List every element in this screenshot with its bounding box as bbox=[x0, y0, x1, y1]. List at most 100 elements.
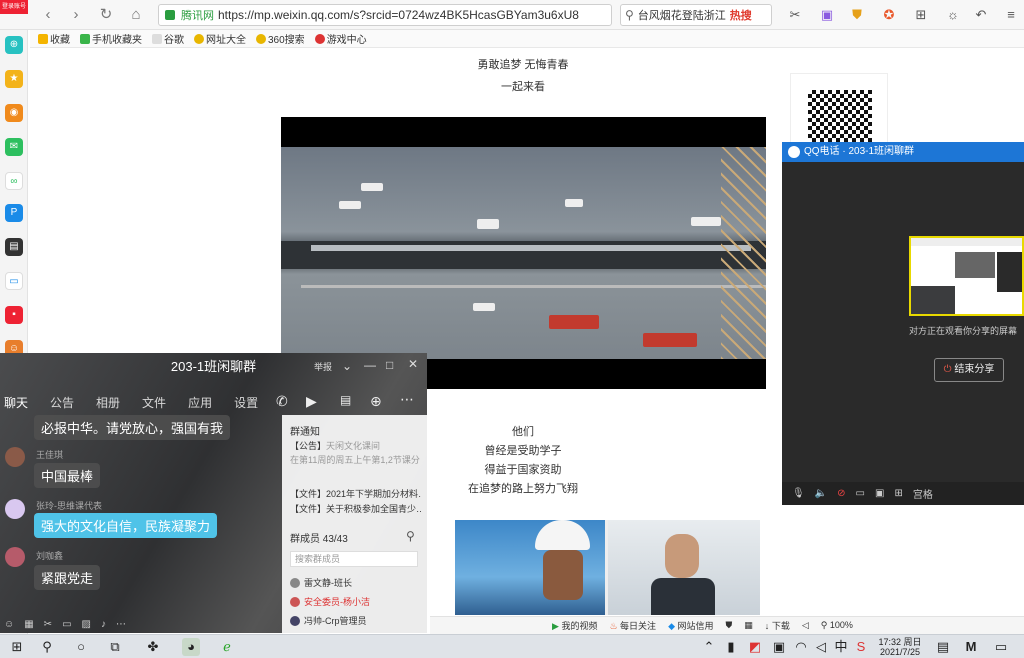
fan-app-icon[interactable]: ✤ bbox=[144, 638, 162, 656]
status-item[interactable]: ♨ 每日关注 bbox=[609, 619, 656, 632]
notification-icon[interactable]: ▤ bbox=[934, 638, 952, 656]
windows-start-icon[interactable]: ⊞ bbox=[8, 638, 26, 656]
tray-extra-icon[interactable]: ▭ bbox=[992, 638, 1010, 656]
minimize-icon[interactable]: — bbox=[364, 358, 376, 372]
tab-album[interactable]: 相册 bbox=[96, 391, 120, 415]
mini-program-icon[interactable]: ▪ bbox=[5, 306, 23, 324]
wifi-icon[interactable]: ◠ bbox=[792, 638, 810, 656]
shared-screen-thumbnail[interactable] bbox=[909, 236, 1024, 316]
bookmark-item[interactable]: 手机收藏夹 bbox=[80, 31, 142, 46]
address-bar[interactable]: 腾讯网 https://mp.weixin.qq.com/s?srcid=072… bbox=[158, 4, 612, 26]
screen-share-icon[interactable]: ▭ bbox=[856, 488, 865, 499]
gif-icon[interactable]: ▦ bbox=[24, 619, 33, 630]
shield-icon[interactable]: ⛊ bbox=[726, 620, 733, 631]
forward-icon[interactable]: › bbox=[66, 5, 86, 25]
sogou-icon[interactable]: S bbox=[852, 638, 870, 656]
end-share-button[interactable]: ⏻ 结束分享 bbox=[934, 358, 1004, 382]
member-item[interactable]: 安全委员-杨小洁 bbox=[290, 595, 370, 608]
taskbar-clock[interactable]: 17:32 周日 2021/7/25 bbox=[872, 637, 928, 657]
tab-files[interactable]: 文件 bbox=[142, 391, 166, 415]
tab-settings[interactable]: 设置 bbox=[234, 391, 258, 415]
grid-label[interactable]: 宫格 bbox=[913, 486, 933, 501]
news-icon[interactable]: ▤ bbox=[5, 238, 23, 256]
folder-icon[interactable]: ▭ bbox=[62, 619, 71, 630]
p-app-icon[interactable]: P bbox=[5, 204, 23, 222]
undo-icon[interactable]: ↶ bbox=[972, 6, 990, 24]
qq-app-icon[interactable]: ◕ bbox=[182, 638, 200, 656]
brightness-icon[interactable]: ☼ bbox=[944, 6, 962, 24]
chevron-up-icon[interactable]: ⌃ bbox=[700, 638, 718, 656]
cortana-icon[interactable]: ○ bbox=[72, 638, 90, 656]
reload-icon[interactable]: ↻ bbox=[96, 5, 116, 25]
member-search-input[interactable]: 搜索群成员 bbox=[290, 551, 418, 567]
maximize-icon[interactable]: □ bbox=[386, 358, 393, 372]
browser-app-icon[interactable]: ℯ bbox=[218, 638, 236, 656]
tray-app-icon[interactable]: ◩ bbox=[746, 638, 764, 656]
video-icon[interactable]: ▶ bbox=[306, 393, 317, 410]
microphone-icon[interactable]: 🎙 bbox=[792, 488, 805, 499]
tray-window-icon[interactable]: ▣ bbox=[770, 638, 788, 656]
chevron-down-icon[interactable]: ⌄ bbox=[342, 359, 352, 373]
volume-icon[interactable]: ◁ bbox=[812, 638, 830, 656]
task-view-icon[interactable]: ⧉ bbox=[106, 638, 124, 656]
grid-view-icon[interactable]: ⊞ bbox=[894, 488, 902, 499]
status-item[interactable]: ◆ 网站信用 bbox=[668, 619, 713, 632]
member-item[interactable]: 冯帅-Crp管理员 bbox=[290, 614, 367, 627]
scissors-icon[interactable]: ✂ bbox=[786, 6, 804, 24]
search-query[interactable]: 台风烟花登陆浙江 bbox=[638, 7, 726, 23]
call-icon[interactable]: ✆ bbox=[276, 393, 288, 410]
report-button[interactable]: 举报 bbox=[314, 360, 332, 373]
favorites-star-icon[interactable]: ★ bbox=[5, 70, 23, 88]
whiteboard-icon[interactable]: ▣ bbox=[875, 488, 884, 499]
bookmark-item[interactable]: 360搜索 bbox=[256, 31, 305, 46]
login-account-badge[interactable]: 登录账号 bbox=[0, 0, 28, 14]
file-item[interactable]: 【文件】关于积极参加全国青少… bbox=[290, 502, 422, 515]
game-icon[interactable]: ✪ bbox=[880, 6, 898, 24]
speaker-icon[interactable]: 🔈 bbox=[815, 488, 827, 499]
bookmark-item[interactable]: 游戏中心 bbox=[314, 31, 367, 46]
more-icon[interactable]: ⋯ bbox=[116, 619, 126, 630]
camera-off-icon[interactable]: ⊘ bbox=[837, 488, 845, 499]
avatar[interactable] bbox=[5, 499, 25, 519]
url-text[interactable]: https://mp.weixin.qq.com/s?srcid=0724wz4… bbox=[218, 8, 579, 22]
ime-mode[interactable]: M bbox=[962, 638, 980, 656]
member-item[interactable]: 雷文静-班长 bbox=[290, 576, 352, 589]
search-icon[interactable]: ⚲ bbox=[38, 638, 56, 656]
avatar[interactable] bbox=[5, 547, 25, 567]
bell-icon[interactable]: ♪ bbox=[101, 619, 106, 630]
file-item[interactable]: 【文件】2021年下学期加分材料… bbox=[290, 487, 422, 500]
ime-icon[interactable]: 中 bbox=[832, 638, 850, 656]
shield-icon[interactable]: ⛊ bbox=[848, 6, 866, 24]
translate-icon[interactable]: ▣ bbox=[818, 6, 836, 24]
grid-icon[interactable]: ⊞ bbox=[912, 6, 930, 24]
class-icon[interactable]: ▤ bbox=[340, 393, 351, 407]
search-icon[interactable]: ⚲ bbox=[406, 529, 415, 543]
more-icon[interactable]: ⋯ bbox=[400, 391, 414, 408]
bookmark-item[interactable]: 谷歌 bbox=[152, 31, 184, 46]
image-icon[interactable]: ▨ bbox=[82, 619, 91, 630]
sound-icon[interactable]: ◁ bbox=[802, 620, 809, 631]
tab-notice[interactable]: 公告 bbox=[50, 391, 74, 415]
download-item[interactable]: ↓ 下载 bbox=[765, 619, 790, 632]
mail-icon[interactable]: ✉ bbox=[5, 138, 23, 156]
search-box[interactable]: ⚲ 台风烟花登陆浙江 热搜 bbox=[620, 4, 772, 26]
cloud-icon[interactable]: ∞ bbox=[5, 172, 23, 190]
scissors-icon[interactable]: ✂ bbox=[44, 619, 52, 630]
tab-chat[interactable]: 聊天 bbox=[4, 391, 28, 415]
bookmark-item[interactable]: 收藏 bbox=[38, 31, 70, 46]
emoji-icon[interactable]: ☺ bbox=[4, 619, 14, 630]
zoom-level[interactable]: ⚲ 100% bbox=[821, 620, 853, 631]
hot-search-label[interactable]: 热搜 bbox=[730, 7, 752, 23]
avatar[interactable] bbox=[5, 447, 25, 467]
status-item[interactable]: ▶ 我的视频 bbox=[552, 619, 597, 632]
home-icon[interactable]: ⌂ bbox=[126, 5, 146, 25]
menu-icon[interactable]: ≡ bbox=[1002, 6, 1020, 24]
weibo-icon[interactable]: ◉ bbox=[5, 104, 23, 122]
calendar-icon[interactable]: ▦ bbox=[744, 620, 753, 631]
mic-tray-icon[interactable]: ▮ bbox=[722, 638, 740, 656]
close-icon[interactable]: ✕ bbox=[408, 357, 418, 371]
article-video[interactable] bbox=[281, 117, 766, 389]
notice-line[interactable]: 【公告】天闲文化课间 bbox=[290, 439, 422, 452]
back-icon[interactable]: ‹ bbox=[38, 5, 58, 25]
doc-icon[interactable]: ▭ bbox=[5, 272, 23, 290]
